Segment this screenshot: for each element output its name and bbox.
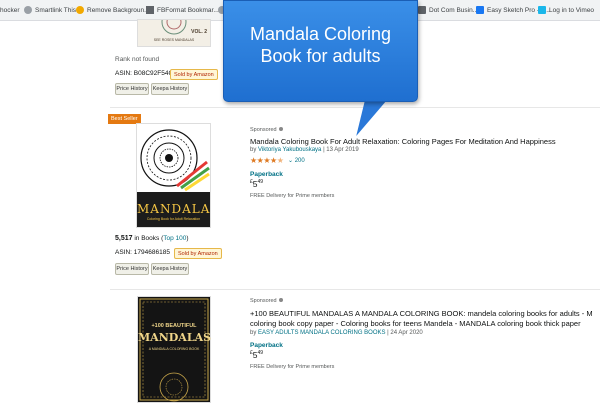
cover-title: MANDALAS (138, 331, 212, 344)
bookmark-label: Log in to Vimeo (549, 6, 595, 14)
cover-title-top: +100 BEAUTIFUL (151, 323, 197, 329)
delivery-text: FREE Delivery for Prime members (250, 364, 335, 370)
price[interactable]: £549 (250, 179, 263, 189)
book-cover-image[interactable]: MANDALA Coloring Book for Adult Relaxati… (137, 124, 210, 227)
author-link[interactable]: EASY ADULTS MANDALA COLORING BOOKS (258, 330, 385, 336)
rating-count[interactable]: 200 (295, 158, 305, 164)
bookmark-label: hocker (0, 6, 20, 14)
rating-count-row[interactable]: ⌄ 200 (288, 157, 305, 164)
bookmark-label: FBFormat Bookmar... (157, 6, 219, 14)
cover-subtitle: Coloring Book for Adult Relaxation (146, 217, 201, 221)
asin-row: ASIN: B08C92F54Q (115, 70, 174, 77)
asin-label: ASIN: (115, 249, 132, 256)
bookmark-item[interactable]: Smartlink This (24, 3, 76, 17)
bookmark-label: Smartlink This (35, 6, 77, 14)
bookmark-label: Remove Backgroun... (87, 6, 150, 14)
product-title-line1[interactable]: +100 BEAUTIFUL MANDALAS A MANDALA COLORI… (250, 309, 600, 319)
callout-box: Mandala Coloring Book for adults (223, 0, 418, 102)
p-icon (476, 6, 484, 14)
rank-text: Rank not found (115, 56, 160, 63)
bookmark-item[interactable]: hocker (0, 3, 20, 17)
rank-number: 5,517 (115, 235, 133, 242)
info-icon[interactable] (279, 127, 284, 131)
author-link[interactable]: Viktoriya Yakubouskaya (258, 147, 321, 153)
info-icon[interactable] (279, 298, 284, 302)
bookmark-item[interactable]: FBFormat Bookmar... (146, 3, 219, 17)
folder-icon (418, 6, 426, 14)
top-100-link[interactable]: Top 100 (163, 235, 186, 242)
format-link[interactable]: Paperback (250, 342, 283, 349)
asin-value: B08C92F54Q (133, 70, 174, 77)
sponsored-label: Sponsored (250, 127, 284, 133)
sold-by-amazon-badge: Sold by Amazon (174, 248, 222, 259)
by-label: by (250, 330, 257, 336)
callout-text: Mandala Coloring Book for adults (224, 23, 417, 67)
author-line: by EASY ADULTS MANDALA COLORING BOOKS | … (250, 330, 423, 336)
callout-pointer (348, 100, 387, 136)
product-title-line2[interactable]: coloring book copy paper - Coloring book… (250, 319, 600, 329)
divider (110, 289, 600, 290)
price-fraction: 49 (257, 350, 264, 357)
asin-row: ASIN: 1794686185 (115, 249, 170, 256)
asin-value: 1794686185 (133, 249, 170, 256)
globe-icon (24, 6, 32, 14)
book-cover-image[interactable]: +100 BEAUTIFUL MANDALAS A MANDALA COLORI… (138, 297, 212, 402)
publish-date: 13 Apr 2019 (326, 147, 359, 153)
sponsored-label: Sponsored (250, 298, 284, 304)
cover-subtitle: A MANDALA COLORING BOOK (148, 347, 200, 351)
document-icon (146, 6, 154, 14)
keepa-history-button[interactable]: Keepa History (151, 83, 189, 95)
cover-caption: SEE ROSES MANDALAS (153, 38, 195, 42)
author-line: by Viktoriya Yakubouskaya | 13 Apr 2019 (250, 147, 359, 153)
best-seller-badge: Best Seller (108, 114, 141, 124)
cover-title: MANDALA (137, 202, 211, 216)
star-rating[interactable]: ★★★★★ (250, 156, 284, 165)
cover-volume: VOL. 2 (191, 29, 207, 35)
keepa-history-button[interactable]: Keepa History (151, 263, 189, 275)
format-link[interactable]: Paperback (250, 171, 283, 178)
price-fraction: 49 (257, 179, 264, 186)
price-history-button[interactable]: Price History (115, 83, 149, 95)
sponsored-text: Sponsored (250, 127, 277, 133)
sun-icon (76, 6, 84, 14)
callout-line-2: Book for adults (260, 46, 381, 66)
price-history-button[interactable]: Price History (115, 263, 149, 275)
price[interactable]: £549 (250, 350, 263, 360)
product-title[interactable]: Mandala Coloring Book For Adult Relaxati… (250, 137, 595, 147)
publish-date: 24 Apr 2020 (390, 330, 423, 336)
rank-close: ) (186, 235, 189, 242)
callout-line-1: Mandala Coloring (249, 24, 392, 44)
delivery-text: FREE Delivery for Prime members (250, 193, 335, 199)
chevron-down-icon: ⌄ (288, 158, 294, 164)
asin-label: ASIN: (115, 70, 132, 77)
sold-by-amazon-badge: Sold by Amazon (170, 69, 218, 80)
vimeo-icon (538, 6, 546, 14)
bookmark-item[interactable]: Dot Com Busin... (418, 3, 478, 17)
by-label: by (250, 147, 257, 153)
rank-row: 5,517 in Books (Top 100) (115, 235, 189, 242)
bookmark-item[interactable]: Remove Backgroun... (76, 3, 150, 17)
bookmark-label: Dot Com Busin... (429, 6, 479, 14)
sponsored-text: Sponsored (250, 298, 277, 304)
bookmark-item[interactable]: Log in to Vimeo (538, 3, 594, 17)
rank-text: in Books ( (134, 235, 164, 242)
book-cover-image[interactable]: VOL. 2 SEE ROSES MANDALAS (138, 9, 210, 46)
divider (110, 107, 600, 108)
